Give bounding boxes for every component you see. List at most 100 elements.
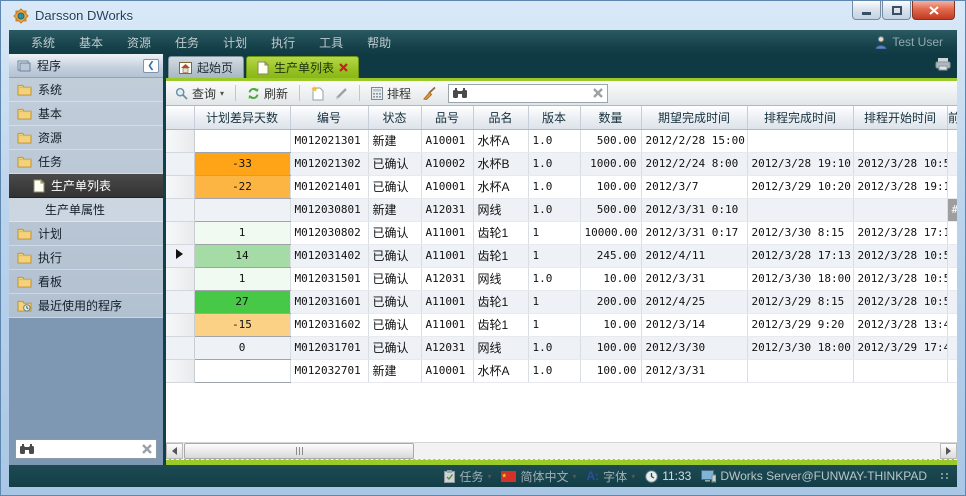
cell-sched_start[interactable] — [853, 129, 947, 152]
cell-diff[interactable]: 1 — [194, 221, 290, 244]
menu-item-1[interactable]: 基本 — [67, 34, 115, 51]
cell-status[interactable]: 已确认 — [368, 244, 421, 267]
column-header-no[interactable]: 编号 — [290, 106, 368, 129]
row-selector[interactable] — [166, 313, 194, 336]
cell-extra[interactable] — [947, 221, 957, 244]
table-row[interactable]: 0M012031701已确认A12031网线1.0100.002012/3/30… — [166, 336, 957, 359]
cell-extra[interactable] — [947, 175, 957, 198]
cell-part_name[interactable]: 网线 — [473, 267, 528, 290]
column-header-expected_finish[interactable]: 期望完成时间 — [641, 106, 747, 129]
cell-part_no[interactable]: A10002 — [421, 152, 473, 175]
cell-part_name[interactable]: 网线 — [473, 336, 528, 359]
cell-extra[interactable] — [947, 313, 957, 336]
cell-diff[interactable] — [194, 359, 290, 382]
table-row[interactable]: -22M012021401已确认A10001水杯A1.0100.002012/3… — [166, 175, 957, 198]
tab-close-icon[interactable] — [339, 63, 348, 72]
cell-extra[interactable] — [947, 359, 957, 382]
horizontal-scrollbar[interactable] — [166, 442, 957, 459]
row-selector[interactable] — [166, 336, 194, 359]
cell-version[interactable]: 1.0 — [528, 336, 580, 359]
tab-production-order-list[interactable]: 生产单列表 — [246, 56, 359, 78]
cell-extra[interactable] — [947, 290, 957, 313]
menu-item-3[interactable]: 任务 — [163, 34, 211, 51]
cell-qty[interactable]: 500.00 — [580, 198, 641, 221]
sidebar-item-0[interactable]: 系统 — [9, 78, 163, 102]
cell-qty[interactable]: 245.00 — [580, 244, 641, 267]
menu-item-2[interactable]: 资源 — [115, 34, 163, 51]
broom-clear-icon[interactable] — [419, 86, 439, 101]
cell-sched_finish[interactable] — [747, 359, 853, 382]
cell-no[interactable]: M012031602 — [290, 313, 368, 336]
row-selector[interactable] — [166, 129, 194, 152]
cell-status[interactable]: 已确认 — [368, 221, 421, 244]
cell-version[interactable]: 1 — [528, 313, 580, 336]
cell-part_no[interactable]: A11001 — [421, 313, 473, 336]
cell-sched_finish[interactable]: 2012/3/30 8:15 — [747, 221, 853, 244]
cell-no[interactable]: M012030801 — [290, 198, 368, 221]
cell-status[interactable]: 已确认 — [368, 313, 421, 336]
cell-status[interactable]: 已确认 — [368, 152, 421, 175]
cell-extra[interactable]: # — [947, 198, 957, 221]
cell-version[interactable]: 1 — [528, 290, 580, 313]
cell-diff[interactable] — [194, 129, 290, 152]
sidebar-item-2[interactable]: 资源 — [9, 126, 163, 150]
cell-diff[interactable]: -33 — [194, 152, 290, 175]
column-header-version[interactable]: 版本 — [528, 106, 580, 129]
cell-version[interactable]: 1 — [528, 244, 580, 267]
cell-no[interactable]: M012021401 — [290, 175, 368, 198]
cell-expected_finish[interactable]: 2012/4/25 — [641, 290, 747, 313]
cell-version[interactable]: 1.0 — [528, 152, 580, 175]
column-header-diff[interactable]: 计划差异天数 — [194, 106, 290, 129]
row-selector-current[interactable] — [166, 244, 194, 267]
cell-sched_finish[interactable] — [747, 129, 853, 152]
cell-status[interactable]: 已确认 — [368, 290, 421, 313]
row-selector[interactable] — [166, 152, 194, 175]
sidebar-item-3[interactable]: 任务 — [9, 150, 163, 174]
table-row[interactable]: 27M012031601已确认A11001齿轮11200.002012/4/25… — [166, 290, 957, 313]
cell-expected_finish[interactable]: 2012/3/31 — [641, 267, 747, 290]
sidebar-item-6[interactable]: 计划 — [9, 222, 163, 246]
cell-part_no[interactable]: A10001 — [421, 129, 473, 152]
sidebar-search-input[interactable] — [38, 443, 138, 455]
cell-expected_finish[interactable]: 2012/4/11 — [641, 244, 747, 267]
cell-sched_start[interactable]: 2012/3/28 10:52 — [853, 152, 947, 175]
row-selector[interactable] — [166, 175, 194, 198]
cell-part_no[interactable]: A12031 — [421, 267, 473, 290]
table-row[interactable]: -33M012021302已确认A10002水杯B1.01000.002012/… — [166, 152, 957, 175]
query-button[interactable]: 查询 ▾ — [172, 84, 227, 103]
cell-sched_start[interactable]: 2012/3/28 19:10 — [853, 175, 947, 198]
row-selector[interactable] — [166, 267, 194, 290]
cell-extra[interactable] — [947, 336, 957, 359]
cell-expected_finish[interactable]: 2012/2/28 15:00 — [641, 129, 747, 152]
scroll-left-button[interactable] — [166, 443, 183, 459]
cell-sched_start[interactable]: 2012/3/28 10:52 — [853, 290, 947, 313]
table-row[interactable]: M012030801新建A12031网线1.0500.002012/3/31 0… — [166, 198, 957, 221]
column-header-status[interactable]: 状态 — [368, 106, 421, 129]
cell-no[interactable]: M012021301 — [290, 129, 368, 152]
cell-part_name[interactable]: 齿轮1 — [473, 290, 528, 313]
table-row[interactable]: 1M012030802已确认A11001齿轮1110000.002012/3/3… — [166, 221, 957, 244]
table-row[interactable]: 1M012031501已确认A12031网线1.010.002012/3/312… — [166, 267, 957, 290]
column-header-sched_finish[interactable]: 排程完成时间 — [747, 106, 853, 129]
cell-diff[interactable]: -22 — [194, 175, 290, 198]
cell-qty[interactable]: 100.00 — [580, 359, 641, 382]
cell-qty[interactable]: 100.00 — [580, 175, 641, 198]
cell-status[interactable]: 新建 — [368, 359, 421, 382]
cell-no[interactable]: M012031501 — [290, 267, 368, 290]
toolbar-filter-input[interactable] — [471, 87, 589, 99]
tab-home[interactable]: 起始页 — [168, 56, 244, 78]
minimize-button[interactable] — [852, 1, 881, 20]
cell-sched_finish[interactable]: 2012/3/29 10:20 — [747, 175, 853, 198]
cell-extra[interactable] — [947, 152, 957, 175]
cell-diff[interactable]: -15 — [194, 313, 290, 336]
current-user[interactable]: Test User — [875, 35, 947, 49]
table-row[interactable]: 14M012031402已确认A11001齿轮11245.002012/4/11… — [166, 244, 957, 267]
cell-expected_finish[interactable]: 2012/3/31 — [641, 359, 747, 382]
cell-expected_finish[interactable]: 2012/3/7 — [641, 175, 747, 198]
cell-qty[interactable]: 500.00 — [580, 129, 641, 152]
cell-version[interactable]: 1.0 — [528, 129, 580, 152]
cell-part_no[interactable]: A10001 — [421, 359, 473, 382]
column-header-part_name[interactable]: 品名 — [473, 106, 528, 129]
row-selector[interactable] — [166, 359, 194, 382]
sidebar-item-9[interactable]: 最近使用的程序 — [9, 294, 163, 318]
